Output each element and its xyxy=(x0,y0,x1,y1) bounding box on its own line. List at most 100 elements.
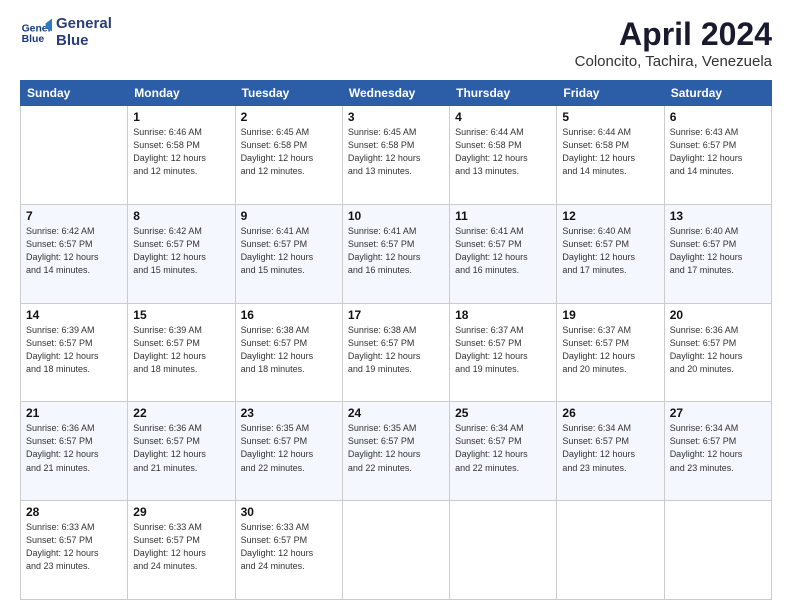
calendar-day-22: 22Sunrise: 6:36 AM Sunset: 6:57 PM Dayli… xyxy=(128,402,235,501)
calendar-header-wednesday: Wednesday xyxy=(342,81,449,106)
calendar-empty-cell xyxy=(450,501,557,600)
day-number: 12 xyxy=(562,209,658,223)
calendar-day-24: 24 Sunrise: 6:35 AM Sunset: 6:57 PM Dayli… xyxy=(342,402,449,501)
calendar-day-27: 27Sunrise: 6:34 AM Sunset: 6:57 PM Dayli… xyxy=(664,402,771,501)
calendar-day-30: 30Sunrise: 6:33 AM Sunset: 6:57 PM Dayli… xyxy=(235,501,342,600)
subtitle: Coloncito, Tachira, Venezuela xyxy=(575,53,772,70)
calendar-day-7: 7Sunrise: 6:42 AM Sunset: 6:57 PM Daylig… xyxy=(21,204,128,303)
calendar-day-18: 18 Sunrise: 6:37 AM Sunset: 6:57 PM Dayli… xyxy=(450,303,557,402)
calendar-header-saturday: Saturday xyxy=(664,81,771,106)
calendar-table: SundayMondayTuesdayWednesdayThursdayFrid… xyxy=(20,80,772,600)
calendar-week-row: 1 Sunrise: 6:46 AM Sunset: 6:58 PM Daylig… xyxy=(21,106,772,205)
day-info: Sunrise: 6:41 AM Sunset: 6:57 PM Dayligh… xyxy=(348,225,444,277)
logo-icon: General Blue xyxy=(20,17,52,49)
day-number: 14 xyxy=(26,308,122,322)
calendar-day-23: 23 Sunrise: 6:35 AM Sunset: 6:57 PM Dayli… xyxy=(235,402,342,501)
day-number: 10 xyxy=(348,209,444,223)
day-info: Sunrise: 6:37 AM Sunset: 6:57 PM Dayligh… xyxy=(455,324,551,376)
day-number: 29 xyxy=(133,505,229,519)
logo-text-general: General xyxy=(56,16,112,33)
day-number: 26 xyxy=(562,406,658,420)
calendar-header-sunday: Sunday xyxy=(21,81,128,106)
day-number: 9 xyxy=(241,209,337,223)
calendar-empty-cell xyxy=(557,501,664,600)
day-number: 21 xyxy=(26,406,122,420)
day-info: Sunrise: 6:36 AM Sunset: 6:57 PM Dayligh… xyxy=(670,324,766,376)
calendar-day-15: 15Sunrise: 6:39 AM Sunset: 6:57 PM Dayli… xyxy=(128,303,235,402)
day-info: Sunrise: 6:46 AM Sunset: 6:58 PM Dayligh… xyxy=(133,126,229,178)
calendar-week-row: 28 Sunrise: 6:33 AM Sunset: 6:57 PM Dayli… xyxy=(21,501,772,600)
calendar-day-26: 26Sunrise: 6:34 AM Sunset: 6:57 PM Dayli… xyxy=(557,402,664,501)
calendar-day-20: 20 Sunrise: 6:36 AM Sunset: 6:57 PM Dayli… xyxy=(664,303,771,402)
calendar-day-21: 21 Sunrise: 6:36 AM Sunset: 6:57 PM Dayli… xyxy=(21,402,128,501)
day-number: 13 xyxy=(670,209,766,223)
calendar-day-4: 4Sunrise: 6:44 AM Sunset: 6:58 PM Daylig… xyxy=(450,106,557,205)
title-block: April 2024 Coloncito, Tachira, Venezuela xyxy=(575,16,772,70)
calendar-week-row: 14 Sunrise: 6:39 AM Sunset: 6:57 PM Dayli… xyxy=(21,303,772,402)
calendar-empty-cell xyxy=(21,106,128,205)
day-number: 17 xyxy=(348,308,444,322)
day-number: 2 xyxy=(241,110,337,124)
calendar-day-1: 1 Sunrise: 6:46 AM Sunset: 6:58 PM Daylig… xyxy=(128,106,235,205)
day-info: Sunrise: 6:42 AM Sunset: 6:57 PM Dayligh… xyxy=(133,225,229,277)
main-title: April 2024 xyxy=(575,16,772,53)
calendar-header-monday: Monday xyxy=(128,81,235,106)
svg-text:Blue: Blue xyxy=(22,33,45,44)
day-number: 16 xyxy=(241,308,337,322)
day-info: Sunrise: 6:35 AM Sunset: 6:57 PM Dayligh… xyxy=(348,422,444,474)
day-info: Sunrise: 6:45 AM Sunset: 6:58 PM Dayligh… xyxy=(348,126,444,178)
day-number: 1 xyxy=(133,110,229,124)
day-info: Sunrise: 6:33 AM Sunset: 6:57 PM Dayligh… xyxy=(26,521,122,573)
day-info: Sunrise: 6:44 AM Sunset: 6:58 PM Dayligh… xyxy=(562,126,658,178)
day-number: 3 xyxy=(348,110,444,124)
calendar-day-28: 28 Sunrise: 6:33 AM Sunset: 6:57 PM Dayli… xyxy=(21,501,128,600)
day-number: 27 xyxy=(670,406,766,420)
calendar-day-6: 6Sunrise: 6:43 AM Sunset: 6:57 PM Daylig… xyxy=(664,106,771,205)
day-number: 11 xyxy=(455,209,551,223)
day-info: Sunrise: 6:44 AM Sunset: 6:58 PM Dayligh… xyxy=(455,126,551,178)
day-info: Sunrise: 6:35 AM Sunset: 6:57 PM Dayligh… xyxy=(241,422,337,474)
calendar-day-29: 29 Sunrise: 6:33 AM Sunset: 6:57 PM Dayli… xyxy=(128,501,235,600)
day-info: Sunrise: 6:39 AM Sunset: 6:57 PM Dayligh… xyxy=(26,324,122,376)
logo: General Blue General Blue xyxy=(20,16,112,49)
calendar-day-19: 19 Sunrise: 6:37 AM Sunset: 6:57 PM Dayli… xyxy=(557,303,664,402)
day-number: 28 xyxy=(26,505,122,519)
calendar-header-tuesday: Tuesday xyxy=(235,81,342,106)
day-number: 30 xyxy=(241,505,337,519)
page: General Blue General Blue April 2024 Col… xyxy=(0,0,792,612)
day-info: Sunrise: 6:42 AM Sunset: 6:57 PM Dayligh… xyxy=(26,225,122,277)
calendar-day-8: 8 Sunrise: 6:42 AM Sunset: 6:57 PM Daylig… xyxy=(128,204,235,303)
day-info: Sunrise: 6:36 AM Sunset: 6:57 PM Dayligh… xyxy=(26,422,122,474)
calendar-day-10: 10 Sunrise: 6:41 AM Sunset: 6:57 PM Dayli… xyxy=(342,204,449,303)
calendar-header-thursday: Thursday xyxy=(450,81,557,106)
calendar-day-25: 25Sunrise: 6:34 AM Sunset: 6:57 PM Dayli… xyxy=(450,402,557,501)
day-info: Sunrise: 6:33 AM Sunset: 6:57 PM Dayligh… xyxy=(133,521,229,573)
calendar-empty-cell xyxy=(664,501,771,600)
day-number: 23 xyxy=(241,406,337,420)
day-info: Sunrise: 6:41 AM Sunset: 6:57 PM Dayligh… xyxy=(455,225,551,277)
day-number: 8 xyxy=(133,209,229,223)
calendar-week-row: 21 Sunrise: 6:36 AM Sunset: 6:57 PM Dayli… xyxy=(21,402,772,501)
day-number: 24 xyxy=(348,406,444,420)
calendar-day-9: 9 Sunrise: 6:41 AM Sunset: 6:57 PM Daylig… xyxy=(235,204,342,303)
day-number: 25 xyxy=(455,406,551,420)
day-info: Sunrise: 6:37 AM Sunset: 6:57 PM Dayligh… xyxy=(562,324,658,376)
day-number: 6 xyxy=(670,110,766,124)
calendar-week-row: 7Sunrise: 6:42 AM Sunset: 6:57 PM Daylig… xyxy=(21,204,772,303)
day-info: Sunrise: 6:41 AM Sunset: 6:57 PM Dayligh… xyxy=(241,225,337,277)
day-number: 20 xyxy=(670,308,766,322)
calendar-day-11: 11 Sunrise: 6:41 AM Sunset: 6:57 PM Dayli… xyxy=(450,204,557,303)
calendar-day-2: 2 Sunrise: 6:45 AM Sunset: 6:58 PM Daylig… xyxy=(235,106,342,205)
day-info: Sunrise: 6:38 AM Sunset: 6:57 PM Dayligh… xyxy=(348,324,444,376)
day-number: 18 xyxy=(455,308,551,322)
calendar-day-17: 17 Sunrise: 6:38 AM Sunset: 6:57 PM Dayli… xyxy=(342,303,449,402)
day-info: Sunrise: 6:40 AM Sunset: 6:57 PM Dayligh… xyxy=(562,225,658,277)
day-number: 5 xyxy=(562,110,658,124)
calendar-day-3: 3 Sunrise: 6:45 AM Sunset: 6:58 PM Daylig… xyxy=(342,106,449,205)
calendar-day-14: 14 Sunrise: 6:39 AM Sunset: 6:57 PM Dayli… xyxy=(21,303,128,402)
calendar-header-row: SundayMondayTuesdayWednesdayThursdayFrid… xyxy=(21,81,772,106)
calendar-day-13: 13Sunrise: 6:40 AM Sunset: 6:57 PM Dayli… xyxy=(664,204,771,303)
day-info: Sunrise: 6:45 AM Sunset: 6:58 PM Dayligh… xyxy=(241,126,337,178)
calendar-day-12: 12 Sunrise: 6:40 AM Sunset: 6:57 PM Dayli… xyxy=(557,204,664,303)
day-number: 19 xyxy=(562,308,658,322)
